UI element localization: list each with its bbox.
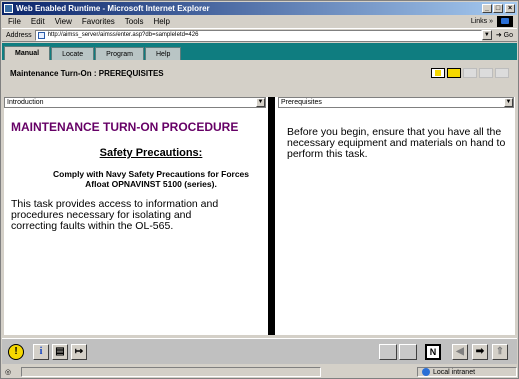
title-bar: Web Enabled Runtime - Microsoft Internet… xyxy=(2,2,517,15)
power-icon: ! xyxy=(14,346,18,357)
safety-heading: Safety Precautions: xyxy=(99,147,203,159)
left-pane-content: MAINTENANCE TURN-ON PROCEDURE Safety Pre… xyxy=(11,121,261,232)
tab-program[interactable]: Program xyxy=(95,47,144,60)
safety-text: Comply with Navy Safety Precautions for … xyxy=(52,169,250,189)
document-icon: ▤ xyxy=(55,346,65,357)
intranet-globe-icon xyxy=(422,368,430,376)
info-button[interactable]: i xyxy=(33,344,49,360)
right-pane-selector-value: Prerequisites xyxy=(281,99,322,106)
app-tab-bar: Manual Locate Program Help xyxy=(2,43,517,60)
window-title: Web Enabled Runtime - Microsoft Internet… xyxy=(16,4,210,13)
note-button[interactable]: N xyxy=(425,344,441,360)
arrow-left-icon: ◀ xyxy=(456,346,464,357)
go-label: Go xyxy=(503,32,513,39)
last-button[interactable]: ⇑ xyxy=(492,344,508,360)
menu-bar: File Edit View Favorites Tools Help Link… xyxy=(2,15,517,27)
tab-help[interactable]: Help xyxy=(145,47,182,60)
quad-view-button[interactable] xyxy=(495,68,509,78)
chevron-down-icon[interactable]: ▼ xyxy=(504,98,513,107)
right-pane-selector[interactable]: Prerequisites ▼ xyxy=(278,97,514,108)
go-arrow-icon: ➜ xyxy=(495,32,502,39)
task-description: This task provides access to information… xyxy=(11,198,219,232)
prerequisites-text: Before you begin, ensure that you have a… xyxy=(287,126,506,160)
address-url: http://aimss_server/aimss/enter.asp?db=s… xyxy=(47,32,199,38)
browser-window: Web Enabled Runtime - Microsoft Internet… xyxy=(0,0,519,379)
arrow-up-icon: ⇑ xyxy=(495,346,505,357)
menu-edit[interactable]: Edit xyxy=(31,17,45,26)
links-toolbar[interactable]: Links » xyxy=(470,15,513,27)
address-label: Address xyxy=(6,31,32,39)
single-pane-view-button[interactable] xyxy=(431,68,445,78)
info-icon: i xyxy=(39,346,43,357)
page-status-icon: ◎ xyxy=(5,369,12,376)
left-pane-selector-value: Introduction xyxy=(7,99,44,106)
ie-icon xyxy=(4,4,13,13)
jump-icon: ↦ xyxy=(74,346,84,357)
address-input[interactable]: http://aimss_server/aimss/enter.asp?db=s… xyxy=(34,29,482,41)
menu-favorites[interactable]: Favorites xyxy=(82,17,115,26)
arrow-right-icon: ➡ xyxy=(475,346,485,357)
security-zone: Local intranet xyxy=(417,367,517,377)
tab-manual[interactable]: Manual xyxy=(4,46,51,60)
address-dropdown-button[interactable]: ▼ xyxy=(481,30,492,40)
navigation-toolbar: ! i ▤ ↦ N ◀ ➡ ⇑ xyxy=(2,338,517,364)
menu-tools[interactable]: Tools xyxy=(125,17,144,26)
go-button[interactable]: ➜ Go xyxy=(496,31,513,39)
menu-file[interactable]: File xyxy=(8,17,21,26)
exit-button[interactable]: ! xyxy=(8,344,24,360)
windows-logo-icon xyxy=(497,15,513,27)
maximize-button[interactable]: □ xyxy=(493,4,503,13)
document-button[interactable]: ▤ xyxy=(52,344,68,360)
chevron-down-icon[interactable]: ▼ xyxy=(256,98,265,107)
status-bar: ◎ Local intranet xyxy=(2,366,517,378)
minimize-button[interactable]: _ xyxy=(482,4,492,13)
menu-view[interactable]: View xyxy=(55,17,72,26)
zone-label: Local intranet xyxy=(433,368,476,376)
address-bar: Address http://aimss_server/aimss/enter.… xyxy=(2,28,517,42)
page-icon xyxy=(37,31,45,39)
close-button[interactable]: × xyxy=(505,4,515,13)
page-header: Maintenance Turn-On : PREREQUISITES xyxy=(2,60,517,86)
split-horizontal-view-button[interactable] xyxy=(463,68,477,78)
menu-help[interactable]: Help xyxy=(153,17,169,26)
left-pane-selector[interactable]: Introduction ▼ xyxy=(4,97,266,108)
pane-divider[interactable] xyxy=(268,97,275,335)
jump-button[interactable]: ↦ xyxy=(71,344,87,360)
disabled-button-2[interactable] xyxy=(399,344,417,360)
status-text-panel xyxy=(21,367,321,377)
next-button[interactable]: ➡ xyxy=(472,344,488,360)
disabled-button-1[interactable] xyxy=(379,344,397,360)
two-pane-view-button[interactable] xyxy=(447,68,461,78)
procedure-title: MAINTENANCE TURN-ON PROCEDURE xyxy=(11,120,239,134)
links-label: Links » xyxy=(470,17,493,25)
page-title: Maintenance Turn-On : PREREQUISITES xyxy=(10,68,164,78)
view-layout-buttons xyxy=(431,68,509,78)
previous-button[interactable]: ◀ xyxy=(452,344,468,360)
grid-view-button[interactable] xyxy=(479,68,493,78)
tab-locate[interactable]: Locate xyxy=(51,47,95,60)
